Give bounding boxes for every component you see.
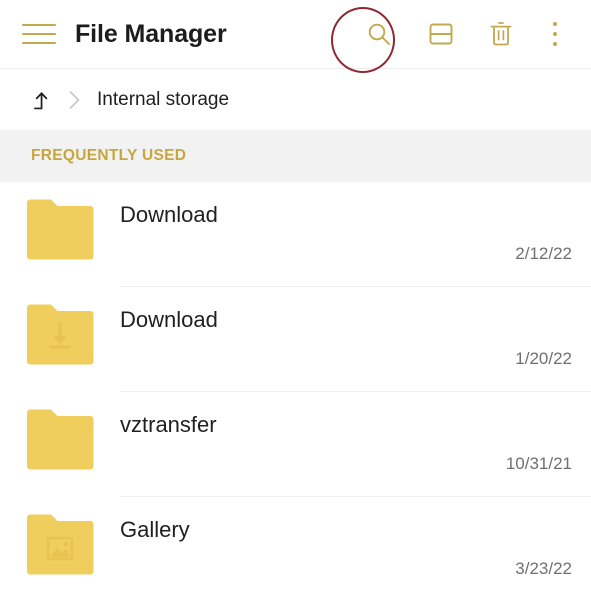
breadcrumb-item-internal-storage[interactable]: Internal storage [97, 89, 229, 111]
hamburger-menu-icon[interactable] [22, 21, 56, 47]
file-icon-cell [0, 392, 120, 474]
view-toggle-button[interactable] [415, 8, 467, 60]
file-date: 10/31/21 [505, 454, 572, 473]
split-view-icon [429, 23, 453, 45]
file-row[interactable]: Download 2/12/22 [0, 182, 591, 287]
file-row[interactable]: Download 1/20/22 [0, 287, 591, 392]
file-name: Download [120, 307, 218, 332]
search-icon [368, 23, 390, 45]
menu-dot [553, 22, 557, 26]
section-header-frequently-used: FREQUENTLY USED [0, 130, 591, 182]
menu-dot [553, 32, 557, 36]
chevron-right-icon [67, 89, 82, 111]
hamburger-line [22, 42, 56, 44]
file-name: Download [120, 202, 218, 227]
app-bar: File Manager [0, 0, 591, 73]
file-row-body: Download 1/20/22 [120, 287, 591, 369]
page-title: File Manager [75, 19, 227, 48]
folder-icon [26, 199, 93, 260]
section-header-label: FREQUENTLY USED [31, 147, 187, 164]
menu-dot [553, 42, 557, 46]
hamburger-line [22, 24, 56, 26]
folder-icon [26, 409, 93, 470]
breadcrumb: Internal storage [0, 69, 591, 130]
file-row-body: Download 2/12/22 [120, 182, 591, 264]
delete-button[interactable] [475, 8, 527, 60]
folder-download-icon [26, 304, 93, 365]
app-bar-actions [353, 0, 591, 68]
hamburger-line [22, 33, 56, 35]
file-date: 3/23/22 [515, 559, 572, 578]
file-row-body: Gallery 3/23/22 [120, 497, 591, 579]
file-date: 2/12/22 [515, 244, 572, 263]
file-name: Gallery [120, 517, 190, 542]
file-date: 1/20/22 [515, 349, 572, 368]
search-button[interactable] [353, 8, 405, 60]
file-icon-cell [0, 287, 120, 369]
file-icon-cell [0, 497, 120, 579]
file-name: vztransfer [120, 412, 217, 437]
arrow-up-level-icon[interactable] [31, 89, 53, 111]
folder-image-icon [26, 514, 93, 575]
file-row[interactable]: vztransfer 10/31/21 [0, 392, 591, 497]
file-row-body: vztransfer 10/31/21 [120, 392, 591, 474]
more-vertical-icon [553, 22, 557, 46]
file-row[interactable]: Gallery 3/23/22 [0, 497, 591, 602]
file-list: Download 2/12/22 Download 1/20/22 vztransfer… [0, 182, 591, 602]
file-icon-cell [0, 182, 120, 264]
trash-icon [490, 22, 512, 46]
overflow-menu-button[interactable] [533, 8, 577, 60]
